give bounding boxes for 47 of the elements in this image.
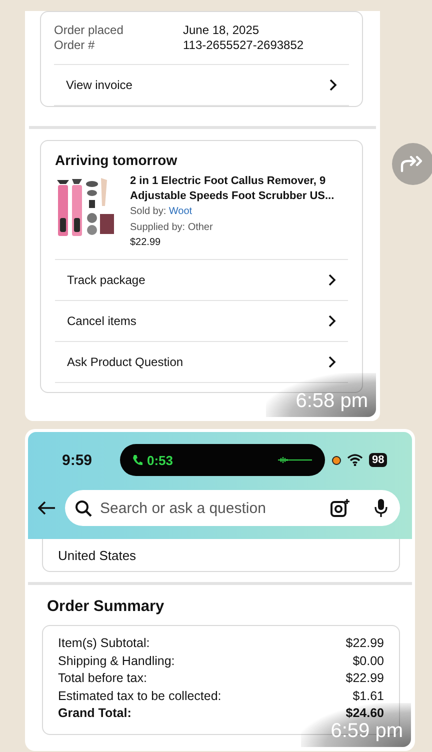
camera-icon[interactable] — [330, 498, 350, 518]
phone-icon — [132, 454, 143, 466]
chevron-icon — [328, 314, 336, 326]
chevron-icon — [328, 274, 336, 286]
seller-line: Sold by: Woot — [130, 205, 194, 219]
summary-amount: $1.61 — [352, 688, 384, 705]
product-price: $22.99 — [130, 236, 162, 250]
battery-level: 98 — [369, 453, 388, 467]
summary-label: Shipping & Handling: — [58, 652, 175, 670]
info-value: June 18, 2025 — [183, 23, 260, 38]
back-arrow-icon[interactable] — [38, 501, 56, 515]
timestamp: 6:59 pm — [330, 720, 404, 744]
summary-amount: $22.99 — [346, 635, 384, 652]
call-timer: 0:53 — [147, 452, 174, 468]
privacy-dot — [332, 456, 341, 464]
invoice-link[interactable]: View invoice — [54, 64, 349, 106]
search-icon — [75, 500, 92, 516]
info-label: Order placed — [54, 23, 124, 38]
chevron-icon — [329, 79, 337, 91]
microphone-icon[interactable] — [374, 498, 388, 518]
supplier-line: Supplied by: Other — [130, 220, 214, 234]
product-title: 2 in 1 Electric Foot Callus Remover, 9 Adjustable Speeds Foot Scrubber US... — [130, 174, 336, 204]
shipment-title: Arriving tomorrow — [55, 151, 178, 169]
info-value: 113-2655527-2693852 — [183, 38, 305, 53]
chevron-icon — [328, 356, 336, 368]
wifi-icon — [347, 454, 363, 466]
action-row[interactable]: Cancel items — [55, 300, 348, 340]
summary-amount: $0.00 — [352, 652, 384, 670]
search-input[interactable]: Search or ask a question — [98, 498, 324, 518]
summary-amount: $22.99 — [346, 670, 384, 688]
summary-title: Order Summary — [46, 597, 166, 617]
search-bar[interactable]: Search or ask a question — [65, 490, 400, 526]
image-message[interactable] — [25, 429, 415, 751]
seller-link[interactable]: Woot — [168, 206, 192, 217]
address-line: United States — [58, 548, 136, 562]
summary-label: Grand Total: — [58, 705, 132, 722]
info-label: Order # — [54, 38, 96, 53]
timestamp: 6:58 pm — [296, 390, 369, 414]
summary-amount: $24.60 — [346, 705, 384, 722]
summary-label: Total before tax: — [58, 670, 147, 688]
action-row[interactable]: Ask Product Question — [55, 340, 348, 382]
image-message[interactable] — [25, 11, 380, 421]
summary-label: Item(s) Subtotal: — [58, 635, 150, 652]
action-row[interactable]: Track package — [55, 258, 348, 300]
summary-label: Estimated tax to be collected: — [58, 688, 222, 705]
status-time: 9:59 — [61, 452, 94, 468]
waveform-icon — [277, 455, 313, 465]
